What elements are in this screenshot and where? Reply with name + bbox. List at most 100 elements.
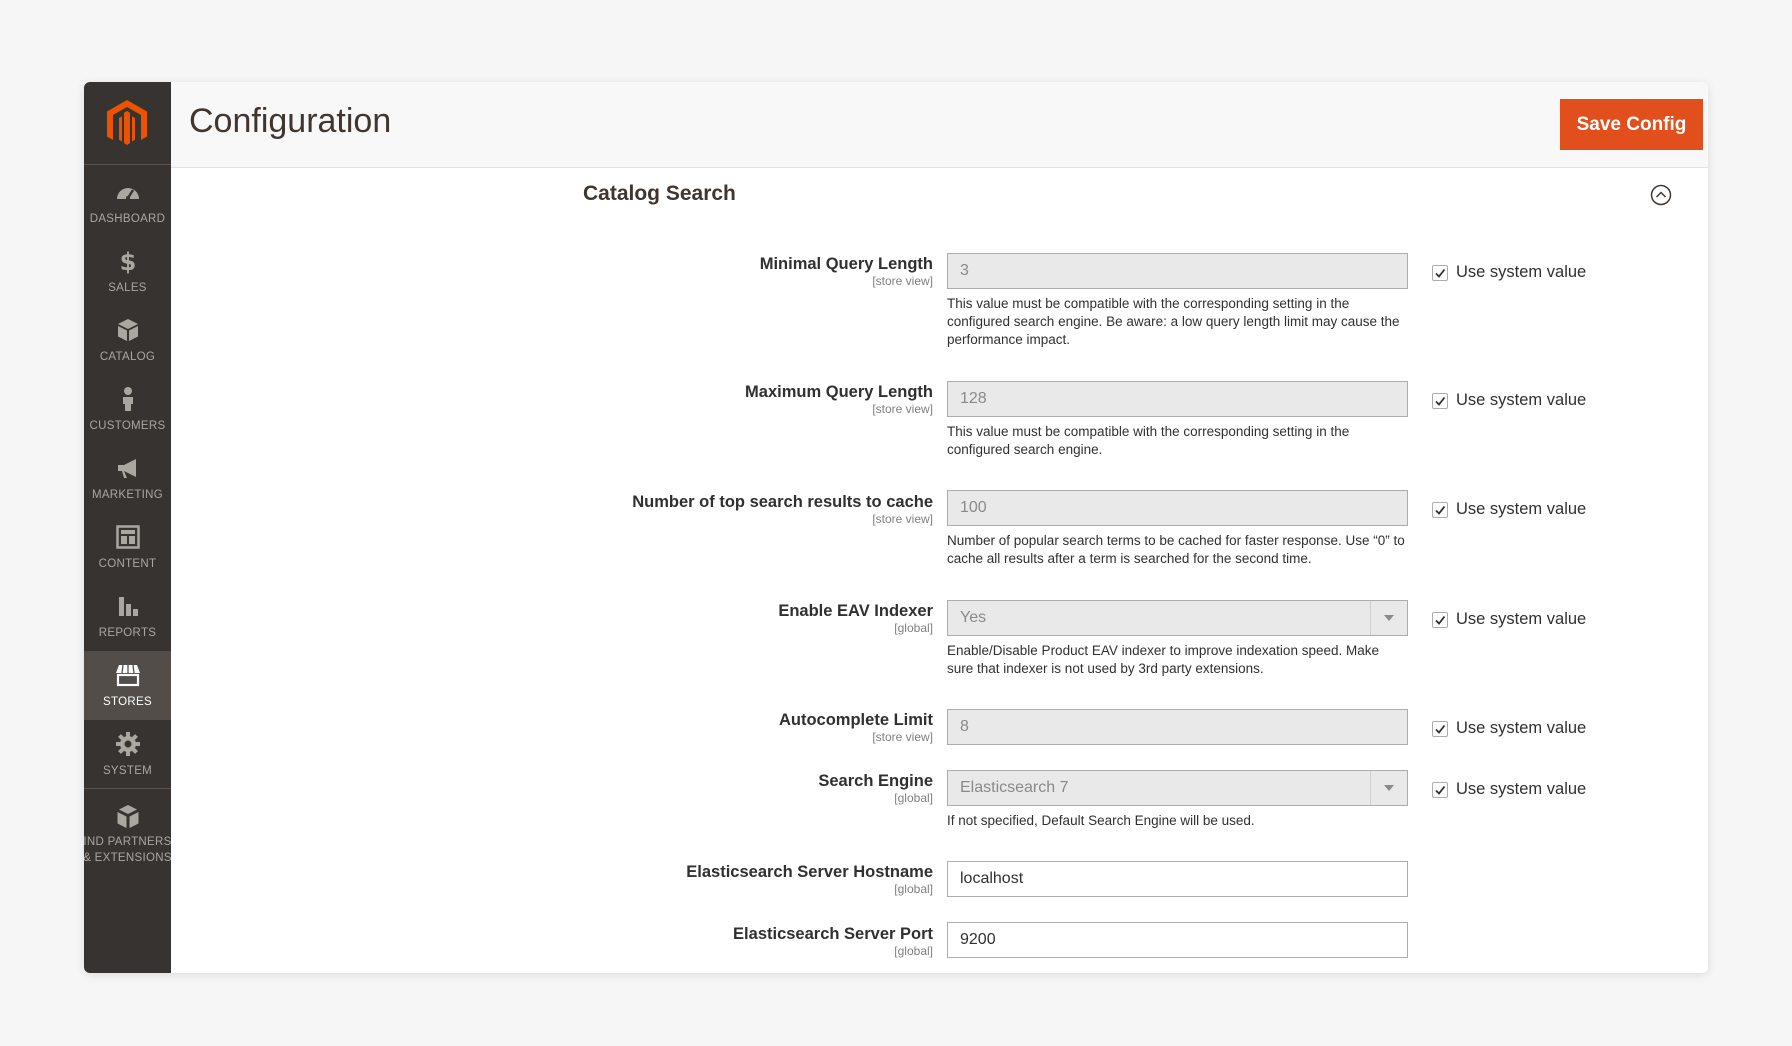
field-scope: [global] xyxy=(894,882,933,896)
field-label: Elasticsearch Server Hostname [global] xyxy=(686,862,933,896)
sidebar-item-label: SALES xyxy=(108,281,147,294)
field-label-text: Enable EAV Indexer xyxy=(778,602,933,620)
use-system-value-checkbox[interactable]: Use system value xyxy=(1432,391,1586,410)
field-label-text: Search Engine xyxy=(818,772,933,790)
sidebar-item-content[interactable]: CONTENT xyxy=(84,513,171,582)
collapse-icon[interactable] xyxy=(1650,184,1672,206)
chevron-down-icon[interactable] xyxy=(1370,601,1407,635)
storefront-icon xyxy=(115,664,140,686)
checkmark-icon xyxy=(1435,785,1446,795)
gear-icon xyxy=(115,731,140,756)
field-scope: [store view] xyxy=(872,512,933,526)
sidebar-item-label: CONTENT xyxy=(98,557,157,570)
field-label-text: Minimal Query Length xyxy=(759,255,933,273)
use-system-value-label: Use system value xyxy=(1456,391,1587,409)
use-system-value-checkbox[interactable]: Use system value xyxy=(1432,780,1586,799)
search-engine-select[interactable]: Elasticsearch 7 xyxy=(947,770,1408,806)
use-system-value-label: Use system value xyxy=(1456,780,1587,798)
checkbox-checked[interactable] xyxy=(1432,720,1448,737)
sidebar-item-label: DASHBOARD xyxy=(89,212,166,225)
field-label-text: Number of top search results to cache xyxy=(632,493,933,511)
page-title: Configuration xyxy=(189,102,392,140)
magento-logo[interactable] xyxy=(99,96,155,152)
checkbox-checked[interactable] xyxy=(1432,264,1448,281)
use-system-value-checkbox[interactable]: Use system value xyxy=(1432,500,1586,519)
checkmark-icon xyxy=(1435,505,1446,515)
sidebar-item-sales[interactable]: $ SALES xyxy=(84,237,171,306)
field-note: Number of popular search terms to be cac… xyxy=(947,533,1405,566)
maximum-query-length-input[interactable]: 128 xyxy=(947,381,1408,417)
field-label: Minimal Query Length [store view] xyxy=(760,254,933,288)
person-icon xyxy=(122,386,133,411)
use-system-value-checkbox[interactable]: Use system value xyxy=(1432,263,1586,282)
autocomplete-limit-input[interactable]: 8 xyxy=(947,709,1408,745)
use-system-value-checkbox[interactable]: Use system value xyxy=(1432,610,1586,629)
sidebar-item-label: SYSTEM xyxy=(102,764,153,777)
dollar-icon: $ xyxy=(119,248,136,274)
checkbox-checked[interactable] xyxy=(1432,501,1448,518)
field-scope: [global] xyxy=(894,791,933,805)
sidebar-item-partners-extensions[interactable]: IND PARTNERS & EXTENSIONS xyxy=(84,794,171,876)
field-label: Enable EAV Indexer [global] xyxy=(778,601,933,635)
sidebar-item-label-line1: IND PARTNERS xyxy=(84,836,172,848)
sidebar-item-label-line2: & EXTENSIONS xyxy=(84,852,172,864)
enable-eav-indexer-select[interactable]: Yes xyxy=(947,600,1408,636)
sidebar-divider xyxy=(84,788,171,789)
use-system-value-label: Use system value xyxy=(1456,500,1587,518)
sidebar-item-catalog[interactable]: CATALOG xyxy=(84,306,171,375)
svg-text:$: $ xyxy=(119,248,136,274)
checkmark-icon xyxy=(1435,268,1446,278)
sidebar-item-label: REPORTS xyxy=(98,626,157,639)
section-title[interactable]: Catalog Search xyxy=(583,182,736,206)
field-label: Search Engine [global] xyxy=(818,771,933,805)
field-scope: [store view] xyxy=(872,730,933,744)
elasticsearch-hostname-input[interactable]: localhost xyxy=(947,861,1408,897)
field-label: Number of top search results to cache [s… xyxy=(632,492,933,526)
sidebar-item-label: IND PARTNERS & EXTENSIONS xyxy=(84,834,172,866)
field-note: Enable/Disable Product EAV indexer to im… xyxy=(947,643,1379,676)
layout-icon xyxy=(115,524,140,549)
field-label: Elasticsearch Server Port [global] xyxy=(733,924,933,958)
select-value: Elasticsearch 7 xyxy=(960,779,1069,796)
minimal-query-length-input[interactable]: 3 xyxy=(947,253,1408,289)
top-search-results-cache-input[interactable]: 100 xyxy=(947,490,1408,526)
use-system-value-label: Use system value xyxy=(1456,263,1587,281)
admin-window: DASHBOARD $ SALES CATALOG CUSTOMERS MARK… xyxy=(84,82,1708,973)
use-system-value-checkbox[interactable]: Use system value xyxy=(1432,719,1586,738)
elasticsearch-port-input[interactable]: 9200 xyxy=(947,922,1408,958)
field-label-text: Autocomplete Limit xyxy=(778,711,933,729)
field-label: Maximum Query Length [store view] xyxy=(745,382,933,416)
logo-divider xyxy=(84,164,171,165)
save-config-button[interactable]: Save Config xyxy=(1560,99,1703,150)
sidebar-item-system[interactable]: SYSTEM xyxy=(84,720,171,789)
checkmark-icon xyxy=(1435,724,1446,734)
use-system-value-label: Use system value xyxy=(1456,610,1587,628)
sidebar-item-customers[interactable]: CUSTOMERS xyxy=(84,375,171,444)
field-label-text: Elasticsearch Server Hostname xyxy=(686,863,933,881)
field-label-text: Maximum Query Length xyxy=(745,383,933,401)
sidebar-item-label: STORES xyxy=(103,695,152,708)
field-note: This value must be compatible with the c… xyxy=(947,296,1400,347)
field-scope: [global] xyxy=(894,621,933,635)
chevron-down-icon[interactable] xyxy=(1370,771,1407,805)
checkbox-checked[interactable] xyxy=(1432,611,1448,628)
page-header: Configuration Save Config xyxy=(171,82,1708,168)
sidebar-item-label: CUSTOMERS xyxy=(89,419,166,432)
dashboard-icon xyxy=(116,187,139,200)
use-system-value-label: Use system value xyxy=(1456,719,1587,737)
field-scope: [store view] xyxy=(872,274,933,288)
sidebar-item-marketing[interactable]: MARKETING xyxy=(84,444,171,513)
box-icon xyxy=(117,318,138,341)
checkbox-checked[interactable] xyxy=(1432,781,1448,798)
checkmark-icon xyxy=(1435,396,1446,406)
sidebar-item-reports[interactable]: REPORTS xyxy=(84,582,171,651)
sidebar-item-stores[interactable]: STORES xyxy=(84,651,171,720)
sidebar: DASHBOARD $ SALES CATALOG CUSTOMERS MARK… xyxy=(84,82,171,973)
cubes-icon xyxy=(117,805,138,828)
field-note: If not specified, Default Search Engine … xyxy=(947,813,1255,828)
field-note: This value must be compatible with the c… xyxy=(947,424,1350,457)
sidebar-item-label: MARKETING xyxy=(91,488,164,501)
checkbox-checked[interactable] xyxy=(1432,392,1448,409)
sidebar-item-dashboard[interactable]: DASHBOARD xyxy=(84,168,171,237)
bar-chart-icon xyxy=(118,596,138,616)
